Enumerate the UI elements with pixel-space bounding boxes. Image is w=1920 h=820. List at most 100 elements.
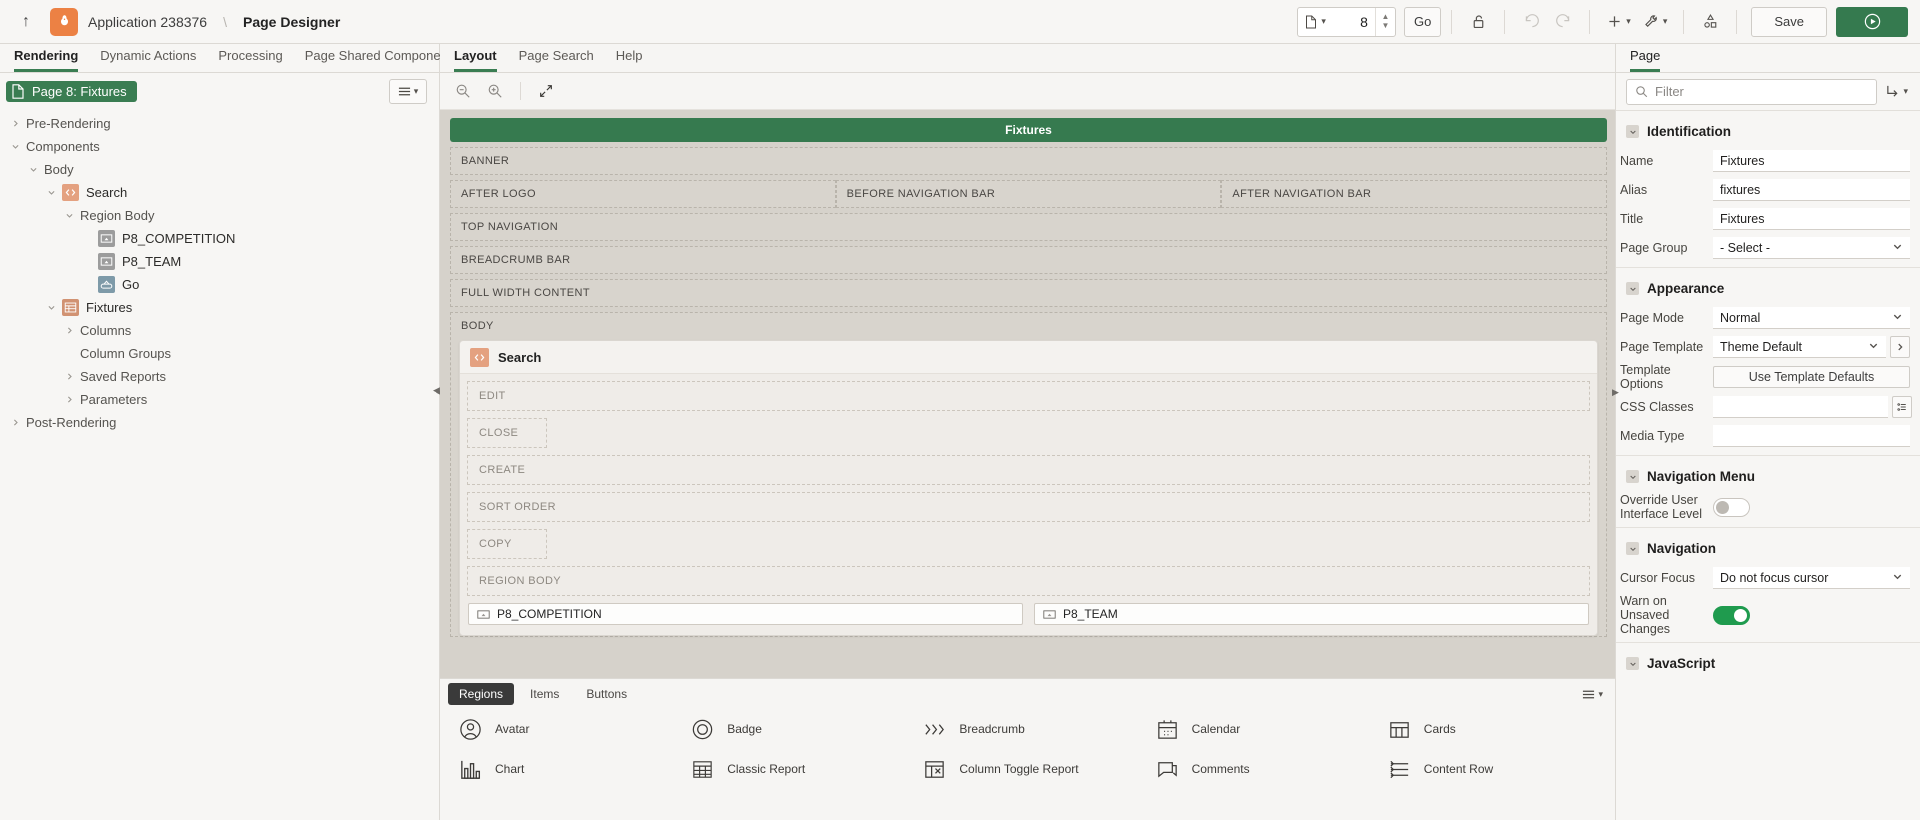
page-selector[interactable]: ▾ ▲▼ [1297, 6, 1396, 37]
layout-subslot-close[interactable]: CLOSE [467, 418, 547, 448]
tree-node-post-rendering[interactable]: Post-Rendering [0, 411, 439, 434]
tree-node-parameters[interactable]: Parameters [0, 388, 439, 411]
chevron-right-icon[interactable] [4, 119, 26, 128]
gallery-item-badge[interactable]: Badge [682, 709, 908, 749]
tree-node-column-groups[interactable]: Column Groups [0, 342, 439, 365]
property-select[interactable]: Do not focus cursor [1713, 567, 1910, 589]
go-button[interactable]: Go [1403, 6, 1442, 37]
shared-components-icon[interactable] [1694, 7, 1726, 37]
collapse-icon[interactable] [1626, 282, 1639, 295]
tab-processing[interactable]: Processing [218, 48, 282, 72]
lock-icon[interactable] [1462, 7, 1494, 37]
layout-region-card-header[interactable]: Search [460, 341, 1597, 374]
layout-slot-after-logo[interactable]: AFTER LOGO [450, 180, 836, 208]
property-select[interactable]: - Select - [1713, 237, 1910, 259]
page-number-input[interactable] [1332, 7, 1375, 36]
layout-slot-before-nav-bar[interactable]: BEFORE NAVIGATION BAR [835, 180, 1222, 208]
tab-rendering[interactable]: Rendering [14, 48, 79, 72]
tree-node-p8-competition[interactable]: P8_COMPETITION [0, 227, 439, 250]
tree-node-fixtures[interactable]: Fixtures [0, 296, 439, 319]
gallery-tab-regions[interactable]: Regions [448, 683, 515, 705]
tab-dynamic-actions[interactable]: Dynamic Actions [100, 48, 196, 72]
page-number-stepper[interactable]: ▲ ▼ [1374, 7, 1395, 36]
chevron-down-icon[interactable] [58, 211, 80, 220]
utilities-icon[interactable]: ▾ [1637, 7, 1674, 37]
tree-node-p8-team[interactable]: P8_TEAM [0, 250, 439, 273]
chevron-right-icon[interactable] [58, 395, 80, 404]
tree-node-body[interactable]: Body [0, 158, 439, 181]
chevron-down-icon[interactable] [40, 188, 62, 197]
tree-menu-button[interactable]: ▾ [389, 79, 427, 104]
gallery-tab-items[interactable]: Items [519, 683, 570, 705]
tree-node-go[interactable]: Go [0, 273, 439, 296]
breadcrumb-application[interactable]: Application 238376 [88, 14, 207, 30]
property-input[interactable] [1713, 425, 1910, 447]
property-section-navigation[interactable]: Navigation [1616, 528, 1920, 565]
chevron-right-icon[interactable] [58, 372, 80, 381]
layout-slot-breadcrumb-bar[interactable]: BREADCRUMB BAR [450, 246, 1607, 274]
filter-input[interactable] [1655, 84, 1869, 99]
chevron-right-icon[interactable] [4, 418, 26, 427]
layout-subslot-region-body[interactable]: REGION BODY [467, 566, 1590, 596]
tab-page-search[interactable]: Page Search [519, 48, 594, 72]
run-button[interactable] [1836, 6, 1908, 37]
layout-slot-top-navigation[interactable]: TOP NAVIGATION [450, 213, 1607, 241]
zoom-in-icon[interactable] [480, 78, 510, 105]
gallery-item-calendar[interactable]: Calendar [1147, 709, 1373, 749]
open-template-button[interactable] [1890, 336, 1910, 358]
gallery-tab-buttons[interactable]: Buttons [575, 683, 638, 705]
property-section-javascript[interactable]: JavaScript [1616, 643, 1920, 680]
chevron-down-icon[interactable] [4, 142, 26, 151]
gallery-item-content-row[interactable]: Content Row [1379, 749, 1605, 789]
layout-field-p8-competition[interactable]: P8_COMPETITION [468, 603, 1023, 625]
tree-node-saved-reports[interactable]: Saved Reports [0, 365, 439, 388]
layout-region-card-search[interactable]: Search EDIT CLOSE CREATE SORT ORDER COPY… [459, 340, 1598, 636]
gallery-item-breadcrumb[interactable]: Breadcrumb [914, 709, 1140, 749]
property-select[interactable]: Normal [1713, 307, 1910, 329]
gallery-item-cards[interactable]: Cards [1379, 709, 1605, 749]
undo-icon[interactable] [1515, 7, 1547, 37]
go-to-group-icon[interactable]: ▾ [1883, 85, 1910, 98]
layout-subslot-create[interactable]: CREATE [467, 455, 1590, 485]
tree-node-pre-rendering[interactable]: Pre-Rendering [0, 112, 439, 135]
list-picker-button[interactable] [1892, 396, 1912, 418]
property-input[interactable] [1713, 179, 1910, 201]
tree-node-columns[interactable]: Columns [0, 319, 439, 342]
layout-subslot-sort-order[interactable]: SORT ORDER [467, 492, 1590, 522]
layout-field-p8-team[interactable]: P8_TEAM [1034, 603, 1589, 625]
gallery-item-avatar[interactable]: Avatar [450, 709, 676, 749]
collapse-icon[interactable] [1626, 657, 1639, 670]
property-section-appearance[interactable]: Appearance [1616, 268, 1920, 305]
layout-slot-body[interactable]: BODY Search EDIT CLOSE CREATE SORT ORDER… [450, 312, 1607, 637]
collapse-icon[interactable] [1626, 542, 1639, 555]
redo-icon[interactable] [1547, 7, 1579, 37]
property-section-navigation-menu[interactable]: Navigation Menu [1616, 456, 1920, 493]
zoom-out-icon[interactable] [448, 78, 478, 105]
page-select-icon[interactable]: ▾ [1298, 8, 1333, 36]
property-button[interactable]: Use Template Defaults [1713, 366, 1910, 388]
property-toggle[interactable] [1713, 497, 1750, 517]
tab-page[interactable]: Page [1630, 48, 1661, 72]
filter-input-wrapper[interactable] [1626, 78, 1878, 105]
save-button[interactable]: Save [1751, 6, 1827, 37]
layout-slot-banner[interactable]: BANNER [450, 147, 1607, 175]
layout-slot-after-nav-bar[interactable]: AFTER NAVIGATION BAR [1221, 180, 1608, 208]
property-input[interactable] [1713, 150, 1910, 172]
property-section-identification[interactable]: Identification [1616, 111, 1920, 148]
add-icon[interactable]: ▾ [1600, 7, 1637, 37]
gallery-item-comments[interactable]: Comments [1147, 749, 1373, 789]
gallery-item-classic-report[interactable]: Classic Report [682, 749, 908, 789]
tree-node-search[interactable]: Search [0, 181, 439, 204]
expand-icon[interactable] [531, 78, 561, 105]
gallery-menu-button[interactable]: ▾ [1582, 689, 1603, 700]
property-input[interactable] [1713, 396, 1888, 418]
app-logo-icon[interactable] [50, 7, 78, 36]
chevron-down-icon[interactable] [40, 303, 62, 312]
page-pill[interactable]: Page 8: Fixtures [6, 81, 137, 102]
property-input[interactable] [1713, 208, 1910, 230]
property-toggle[interactable] [1713, 605, 1750, 625]
tree-node-components[interactable]: Components [0, 135, 439, 158]
up-arrow-icon[interactable]: ↑ [12, 8, 40, 36]
tab-help[interactable]: Help [616, 48, 643, 72]
collapse-icon[interactable] [1626, 470, 1639, 483]
